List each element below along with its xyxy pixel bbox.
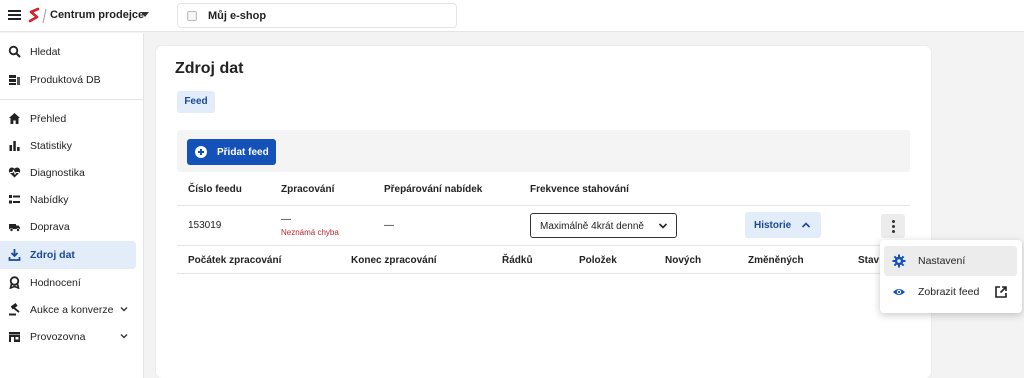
sidebar-item-label: Produktová DB [30,74,101,86]
column-header-new: Nových [665,255,702,266]
frequency-value: Maximálně 4krát denně [540,221,644,232]
more-options-icon[interactable] [881,214,905,238]
frequency-select[interactable]: Maximálně 4krát denně [530,213,677,238]
sidebar-item-overview[interactable]: Přehled [0,106,136,132]
sidebar-divider [0,99,144,100]
sidebar-item-data-source[interactable]: Zdroj dat [0,241,136,269]
search-icon [8,45,21,58]
chevron-down-icon[interactable] [119,304,129,314]
sidebar-item-ratings[interactable]: Hodnocení [0,270,136,296]
sidebar-item-label: Přehled [30,113,67,125]
sidebar: Hledat Produktová DB Přehled Statistiky … [0,33,144,378]
top-bar: Centrum prodejce Můj e-shop [0,0,1024,32]
toolbar [177,130,910,172]
heart-pulse-icon [8,166,21,179]
table-divider [177,245,910,246]
sidebar-item-shipping[interactable]: Doprava [0,214,136,240]
list-icon [8,193,21,206]
logo-icon [28,7,40,23]
external-link-icon [995,286,1007,298]
sidebar-item-auctions[interactable]: Aukce a konverze [0,297,136,323]
truck-icon [8,220,21,233]
gear-icon [892,254,906,268]
sidebar-item-label: Aukce a konverze [30,304,114,316]
sidebar-item-label: Provozovna [30,331,86,343]
add-feed-label: Přidat feed [217,147,269,158]
sidebar-item-search[interactable]: Hledat [0,39,136,65]
plus-icon [195,146,207,158]
column-header-end: Konec zpracování [351,255,437,266]
sidebar-item-store[interactable]: Provozovna [0,324,136,350]
sidebar-item-product-db[interactable]: Produktová DB [0,67,136,93]
history-button[interactable]: Historie [745,212,821,238]
column-header-state: Stav [858,255,880,266]
gavel-icon [8,303,21,316]
store-icon [8,330,21,343]
column-header-items: Položek [579,255,617,266]
chevron-up-icon [801,222,811,228]
column-header-processing: Zpracování [281,184,335,195]
menu-item-show-feed[interactable]: Zobrazit feed [884,277,1017,307]
processing-error: Neznámá chyba [281,228,339,237]
sidebar-item-label: Doprava [30,221,70,233]
column-header-changed: Změněných [748,255,804,266]
rating-icon [8,276,21,289]
column-header-pairing: Přepárování nabídek [384,184,483,195]
history-label: Historie [754,220,792,231]
sidebar-item-diagnostics[interactable]: Diagnostika [0,160,136,186]
sidebar-item-statistics[interactable]: Statistiky [0,133,136,159]
tab-feed[interactable]: Feed [177,91,215,113]
eye-icon [893,289,905,295]
shop-icon [187,11,197,21]
database-icon [8,73,21,86]
chevron-down-icon[interactable] [119,331,129,341]
sidebar-item-label: Diagnostika [30,167,85,179]
shop-name: Můj e-shop [208,10,267,22]
page-title: Zdroj dat [175,60,244,77]
bar-chart-icon [8,139,21,152]
add-feed-button[interactable]: Přidat feed [187,139,276,165]
logo-divider [42,9,47,23]
menu-item-settings[interactable]: Nastavení [884,246,1017,276]
home-icon [8,112,21,125]
caret-down-icon[interactable] [141,12,149,17]
sidebar-item-label: Hledat [30,46,61,58]
column-header-feed-number: Číslo feedu [188,184,242,195]
pairing-cell: — [384,220,394,231]
sidebar-item-label: Zdroj dat [30,249,75,261]
column-header-start: Počátek zpracování [188,255,282,266]
table-divider [177,273,910,274]
chevron-down-icon [658,223,668,229]
table-divider [177,205,910,206]
app-title[interactable]: Centrum prodejce [50,9,144,21]
shop-selector[interactable]: Můj e-shop [177,3,457,28]
menu-item-label: Zobrazit feed [918,286,980,298]
download-icon [8,248,21,261]
processing-cell: — [281,214,291,225]
hamburger-menu-icon[interactable] [8,10,21,20]
feed-number-cell: 153019 [188,220,222,231]
sidebar-item-label: Statistiky [30,140,73,152]
options-menu: Nastavení Zobrazit feed [880,240,1022,313]
sidebar-item-offers[interactable]: Nabídky [0,187,136,213]
sidebar-item-label: Hodnocení [30,277,81,289]
sidebar-item-label: Nabídky [30,194,69,206]
column-header-rows: Řádků [502,255,533,266]
menu-item-label: Nastavení [918,255,966,267]
column-header-frequency: Frekvence stahování [530,184,629,195]
